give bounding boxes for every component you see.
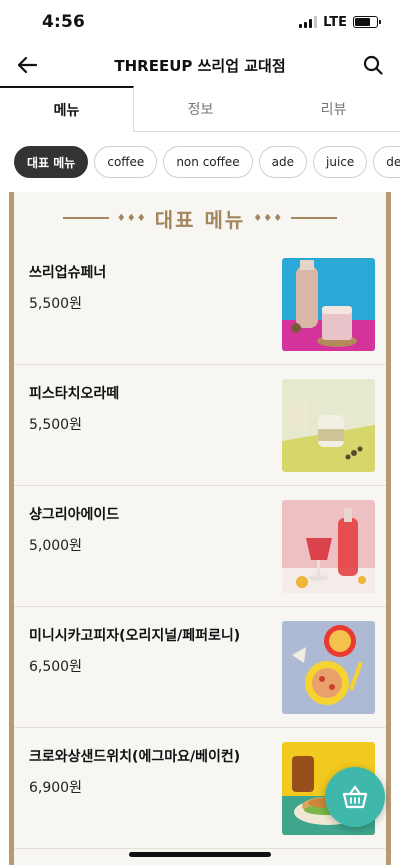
tab-reviews[interactable]: 리뷰	[267, 86, 400, 131]
search-icon[interactable]	[360, 52, 386, 78]
menu-item-name: 피스타치오라떼	[29, 386, 120, 402]
menu-item-name: 크로와상샌드위치(에그마요/베이컨)	[29, 749, 241, 765]
battery-level	[355, 18, 370, 26]
menu-item-photo	[282, 500, 375, 593]
menu-item[interactable]: 샹그리아에이드 5,000원	[14, 486, 386, 607]
menu-item[interactable]: 쓰리업슈페너 5,500원	[14, 244, 386, 365]
chip-signature-menu[interactable]: 대표 메뉴	[14, 146, 89, 178]
menu-item-photo	[282, 379, 375, 472]
section-title: 대표 메뉴	[154, 207, 246, 232]
tab-menu[interactable]: 메뉴	[0, 86, 134, 132]
menu-item-price: 6,900원	[29, 780, 82, 796]
chip-dessert[interactable]: des	[373, 146, 400, 178]
page-title: THREEUP 쓰리업 교대점	[114, 56, 286, 75]
menu-item[interactable]: 피스타치오라떼 5,500원	[14, 365, 386, 486]
menu-item-price: 5,000원	[29, 538, 82, 554]
menu-item-photo	[282, 258, 375, 351]
back-arrow-icon[interactable]	[14, 52, 40, 78]
home-indicator	[129, 852, 271, 857]
network-label: LTE	[323, 14, 347, 30]
chip-juice[interactable]: juice	[313, 146, 368, 178]
ornament-diamonds-left: ♦♦♦	[116, 212, 147, 224]
tab-info[interactable]: 정보	[134, 86, 267, 131]
chip-ade[interactable]: ade	[258, 146, 308, 178]
status-bar: 4:56 LTE	[0, 0, 400, 44]
section-header: ♦♦♦ 대표 메뉴 ♦♦♦	[14, 192, 386, 244]
ornament-line-left	[62, 217, 109, 219]
menu-item-price: 6,500원	[29, 659, 82, 675]
cart-button[interactable]	[325, 767, 385, 827]
ornament-line-right	[291, 217, 338, 219]
signal-icon	[299, 16, 318, 28]
menu-item-price: 5,500원	[29, 417, 82, 433]
menu-panel: ♦♦♦ 대표 메뉴 ♦♦♦ 쓰리업슈페너 5,500원 피스타치오라떼 5,50…	[9, 192, 391, 865]
status-time: 4:56	[42, 12, 86, 32]
menu-item-name: 샹그리아에이드	[29, 507, 120, 523]
menu-item-price: 5,500원	[29, 296, 82, 312]
menu-item-name: 미니시카고피자(오리지널/페퍼로니)	[29, 628, 241, 644]
chip-coffee[interactable]: coffee	[94, 146, 158, 178]
category-chips: 대표 메뉴 coffee non coffee ade juice des	[0, 132, 400, 194]
chip-non-coffee[interactable]: non coffee	[163, 146, 253, 178]
menu-item-name: 쓰리업슈페너	[29, 265, 107, 281]
ornament-diamonds-right: ♦♦♦	[253, 212, 284, 224]
menu-item[interactable]: 미니시카고피자(오리지널/페퍼로니) 6,500원	[14, 607, 386, 728]
app-header: THREEUP 쓰리업 교대점	[0, 44, 400, 86]
status-indicators: LTE	[299, 14, 381, 30]
menu-item-photo	[282, 621, 375, 714]
tab-bar: 메뉴 정보 리뷰	[0, 86, 400, 132]
battery-icon	[353, 16, 381, 28]
basket-icon	[342, 785, 368, 809]
